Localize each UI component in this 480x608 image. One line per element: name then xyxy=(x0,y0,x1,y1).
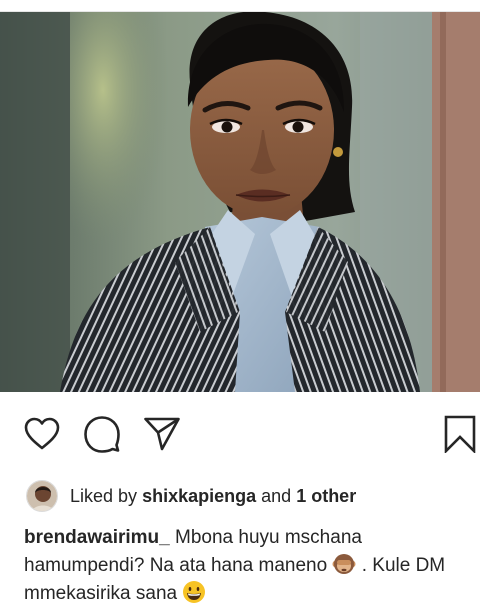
top-divider xyxy=(0,0,480,12)
post-action-bar xyxy=(0,408,480,464)
see-no-evil-monkey-emoji xyxy=(332,554,356,574)
likes-text: Liked by shixkapienga and 1 other xyxy=(70,486,356,507)
paper-plane-icon[interactable] xyxy=(142,414,182,454)
heart-outline-icon[interactable] xyxy=(22,414,62,454)
avatar[interactable] xyxy=(26,480,58,512)
caption-username[interactable]: brendawairimu_ xyxy=(24,527,170,548)
comment-bubble-icon[interactable] xyxy=(82,414,122,454)
grinning-face-emoji xyxy=(183,581,206,603)
instagram-post: Liked by shixkapienga and 1 other brenda… xyxy=(0,0,480,608)
likes-others-count[interactable]: 1 other xyxy=(296,486,356,506)
post-caption: brendawairimu_ Mbona huyu mschana hamump… xyxy=(24,524,476,608)
post-photo[interactable] xyxy=(0,12,480,392)
likes-and: and xyxy=(261,485,292,506)
liker-avatar-image xyxy=(27,481,57,511)
bookmark-outline-icon[interactable] xyxy=(440,414,480,454)
likes-prefix: Liked by xyxy=(70,485,138,506)
liker-username[interactable]: shixkapienga xyxy=(142,486,256,506)
likes-summary[interactable]: Liked by shixkapienga and 1 other xyxy=(20,478,470,514)
post-photo-art xyxy=(0,12,480,392)
